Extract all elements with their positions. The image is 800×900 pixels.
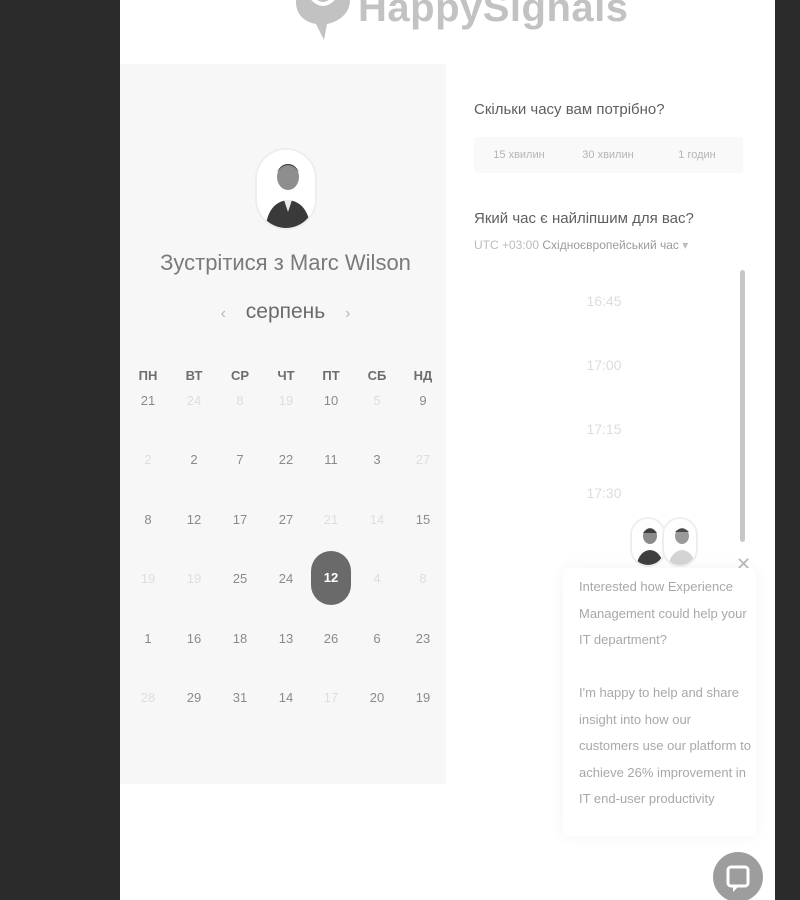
calendar-day[interactable]: 3 [357,452,397,467]
calendar-day[interactable]: 9 [403,393,443,408]
calendar-day[interactable]: 5 [357,393,397,408]
chevron-down-icon: ▾ [682,238,689,252]
timezone-offset: UTC +03:00 [474,238,540,252]
calendar-day[interactable]: 2 [128,452,168,467]
duration-option-60[interactable]: 1 годин [652,137,742,173]
timezone-select[interactable]: UTC +03:00 Східноєвропейський час ▾ [474,238,688,252]
calendar-day[interactable]: 13 [266,631,306,646]
weekday-header: ЧТ [277,368,295,383]
calendar-day[interactable]: 10 [311,393,351,408]
chat-icon [726,865,750,892]
chat-message-bubble: Interested how Experience Management cou… [563,568,756,836]
meeting-title: Зустрітися з Marc Wilson [160,250,411,275]
calendar-day[interactable]: 1 [128,631,168,646]
calendar-day[interactable]: 27 [403,452,443,467]
calendar-day[interactable]: 31 [220,690,260,705]
speech-bubble-logo-icon [296,0,350,40]
weekday-header: СР [230,368,250,383]
chat-agent-avatar [662,517,698,567]
chat-intro-text: Interested how Experience Management cou… [579,579,747,647]
calendar-day[interactable]: 27 [266,512,306,527]
time-slot[interactable]: 17:30 [474,485,734,501]
calendar-day[interactable]: 23 [403,631,443,646]
duration-question: Скільки часу вам потрібно? [474,101,665,118]
calendar-day[interactable]: 19 [266,393,306,408]
calendar-day[interactable]: 14 [357,512,397,527]
calendar-day[interactable]: 14 [266,690,306,705]
calendar-day[interactable]: 25 [220,571,260,586]
timezone-name: Східноєвропейський час [542,238,679,252]
weekday-header: СБ [367,368,387,383]
booking-page: HappySignals Зустрітися з Marc Wilson ‹ … [120,0,775,900]
time-slots-scrollbar[interactable] [740,270,745,542]
calendar-day[interactable]: 22 [266,452,306,467]
calendar-day[interactable]: 24 [266,571,306,586]
time-slot[interactable]: 17:00 [474,357,734,373]
next-month-icon[interactable]: › [345,305,350,323]
calendar-day[interactable]: 8 [220,393,260,408]
month-label: серпень [245,300,326,323]
calendar-day[interactable]: 24 [174,393,214,408]
calendar-day[interactable]: 29 [174,690,214,705]
weekday-header: НД [413,368,433,383]
month-navigation: ‹ серпень › [120,300,451,324]
calendar-day[interactable]: 19 [128,571,168,586]
time-slot[interactable]: 17:15 [474,421,734,437]
prev-month-icon[interactable]: ‹ [221,305,226,323]
calendar-day[interactable]: 15 [403,512,443,527]
calendar-day[interactable]: 17 [220,512,260,527]
calendar-day[interactable]: 6 [357,631,397,646]
calendar-day[interactable]: 8 [403,571,443,586]
person-avatar-icon [632,519,664,565]
calendar-day[interactable]: 21 [128,393,168,408]
calendar-day[interactable]: 20 [357,690,397,705]
chat-launcher-button[interactable] [713,852,763,900]
chat-agent-avatar [630,517,666,567]
time-slot[interactable]: 16:45 [474,293,734,309]
brand-logo-text: HappySignals [358,0,629,30]
calendar-day[interactable]: 19 [174,571,214,586]
calendar-day[interactable]: 26 [311,631,351,646]
person-avatar-icon [257,150,315,228]
calendar-day[interactable]: 2 [174,452,214,467]
calendar-day[interactable]: 11 [311,452,351,467]
weekday-header: ПТ [322,368,340,383]
calendar-day[interactable]: 28 [128,690,168,705]
duration-selector: 15 хвилин 30 хвилин 1 годин [474,137,743,173]
calendar-day[interactable]: 21 [311,512,351,527]
weekday-header: ПН [138,368,158,383]
calendar-day[interactable]: 12 [174,512,214,527]
duration-option-30[interactable]: 30 хвилин [563,137,653,173]
duration-option-15[interactable]: 15 хвилин [474,137,564,173]
calendar-day[interactable]: 18 [220,631,260,646]
calendar-day[interactable]: 7 [220,452,260,467]
chat-body-text: I'm happy to help and share insight into… [579,685,751,806]
calendar-day[interactable]: 17 [311,690,351,705]
calendar-day[interactable]: 8 [128,512,168,527]
host-avatar [255,148,317,230]
calendar-panel: Зустрітися з Marc Wilson ‹ серпень › ПН В… [120,64,446,784]
time-question: Який час є найліпшим для вас? [474,210,694,227]
person-avatar-icon [664,519,696,565]
calendar-day[interactable]: 16 [174,631,214,646]
weekday-header: ВТ [185,368,203,383]
header: HappySignals [120,0,775,64]
calendar-day[interactable]: 19 [403,690,443,705]
calendar-day-selected[interactable]: 12 [311,551,351,605]
calendar-day[interactable]: 4 [357,571,397,586]
